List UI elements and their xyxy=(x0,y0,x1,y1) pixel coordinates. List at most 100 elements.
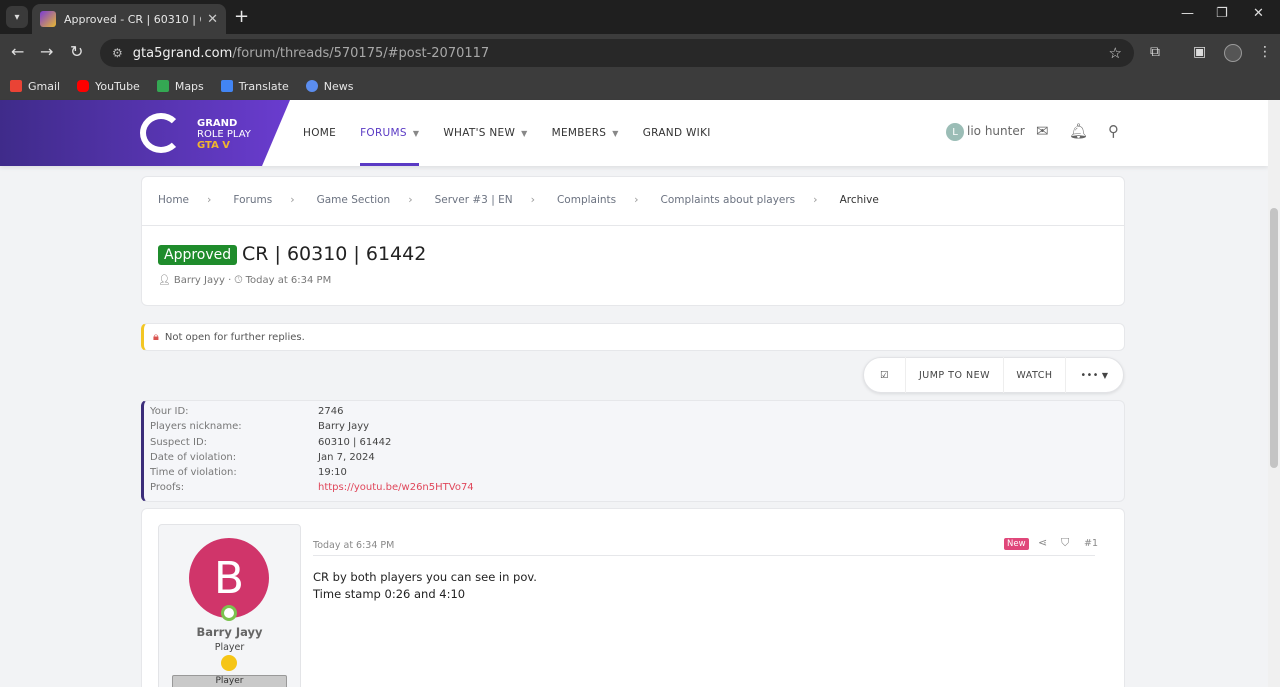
select-checkbox-icon[interactable]: ☑ xyxy=(864,357,906,393)
more-options-button[interactable]: ••• ▼ xyxy=(1066,357,1123,393)
player-badge-icon xyxy=(221,655,237,671)
user-name[interactable]: lio hunter xyxy=(967,124,1025,138)
chevron-down-icon: ▼ xyxy=(1101,370,1109,380)
scroll-thumb[interactable] xyxy=(1270,208,1278,468)
bookmark-star-icon[interactable]: ☆ xyxy=(1109,44,1122,62)
profile-avatar[interactable] xyxy=(1224,44,1242,62)
crumb-forums[interactable]: Forums xyxy=(233,194,272,206)
thread-meta: 👤︎ Barry Jayy · 🕓︎ Today at 6:34 PM xyxy=(158,275,332,286)
alerts-bell-icon[interactable]: 🔔︎ xyxy=(1069,122,1088,140)
browser-tab[interactable]: Approved - CR | 60310 | 61442 | ✕ xyxy=(32,4,226,34)
nav-home[interactable]: HOME xyxy=(303,100,336,166)
chevron-right-icon: › xyxy=(813,193,818,206)
post-line: CR by both players you can see in pov. xyxy=(313,570,537,584)
new-badge: New xyxy=(1004,538,1029,550)
chevron-right-icon: › xyxy=(290,193,295,206)
crumb-server[interactable]: Server #3 | EN xyxy=(435,194,513,206)
post-number[interactable]: #1 xyxy=(1084,538,1098,549)
window-close-icon[interactable]: ✕ xyxy=(1253,6,1264,21)
crumb-complaints-players[interactable]: Complaints about players xyxy=(661,194,796,206)
search-icon[interactable]: ⚲ xyxy=(1108,122,1119,140)
side-panel-icon[interactable]: ▣ xyxy=(1193,44,1206,60)
nav-whats-new[interactable]: WHAT'S NEW ▼ xyxy=(443,100,527,166)
page-scrollbar[interactable] xyxy=(1268,100,1280,687)
chevron-right-icon: › xyxy=(408,193,413,206)
user-icon: 👤︎ xyxy=(158,275,171,286)
minimize-icon[interactable]: — xyxy=(1181,6,1194,21)
chevron-right-icon: › xyxy=(207,193,212,206)
url-host: gta5grand.com xyxy=(132,45,233,61)
user-banner: Player xyxy=(172,675,287,687)
tab-search-chevron-icon[interactable]: ▾ xyxy=(6,6,28,28)
bookmark-news[interactable]: News xyxy=(305,80,353,93)
thread-author[interactable]: Barry Jayy xyxy=(174,275,225,286)
user-avatar[interactable]: L xyxy=(946,123,964,141)
address-bar[interactable]: ⚙ gta5grand.com /forum/threads/570175/#p… xyxy=(100,39,1134,67)
logo-text[interactable]: GRAND ROLE PLAY GTA V xyxy=(197,118,251,151)
crumb-archive[interactable]: Archive xyxy=(840,194,879,206)
post-line: Time stamp 0:26 and 4:10 xyxy=(313,587,466,601)
online-status-icon xyxy=(221,605,237,621)
back-arrow-icon[interactable]: ← xyxy=(11,42,24,61)
bookmark-youtube[interactable]: YouTube xyxy=(77,80,140,93)
url-path: /forum/threads/570175/#post-2070117 xyxy=(232,45,490,61)
clock-icon: 🕓︎ xyxy=(234,275,243,286)
post-date[interactable]: Today at 6:34 PM xyxy=(313,540,394,551)
post-username[interactable]: Barry Jayy xyxy=(158,625,301,639)
youtube-icon xyxy=(77,80,90,92)
approved-label[interactable]: Approved xyxy=(158,245,238,265)
crumb-complaints[interactable]: Complaints xyxy=(557,194,616,206)
site-info-icon[interactable]: ⚙ xyxy=(112,46,123,60)
divider xyxy=(313,555,1095,556)
thread-date[interactable]: Today at 6:34 PM xyxy=(246,275,332,286)
complaint-fields: Your ID: 2746 Players nickname: Barry Jayy… xyxy=(141,400,1125,502)
browser-tab-bar: ▾ Approved - CR | 60310 | 61442 | ✕ + — … xyxy=(0,0,1280,34)
main-nav: HOME FORUMS ▼ WHAT'S NEW ▼ MEMBERS ▼ GRAND … xyxy=(303,100,735,166)
watch-button[interactable]: WATCH xyxy=(1004,357,1066,393)
proof-link[interactable]: https://youtu.be/w26n5HTVo74 xyxy=(318,482,474,493)
thread-title: CR | 60310 | 61442 xyxy=(242,243,427,265)
site-header: GRAND ROLE PLAY GTA V HOME FORUMS ▼ WHAT'… xyxy=(0,100,1268,166)
bookmarks-bar: Gmail YouTube Maps Translate News xyxy=(0,72,1280,100)
chevron-down-icon[interactable]: ▼ xyxy=(413,129,419,138)
bookmark-maps[interactable]: Maps xyxy=(156,80,204,93)
nav-members[interactable]: MEMBERS ▼ xyxy=(552,100,619,166)
tab-close-icon[interactable]: ✕ xyxy=(207,12,218,27)
jump-to-new-button[interactable]: JUMP TO NEW xyxy=(906,357,1004,393)
notice-text: Not open for further replies. xyxy=(164,331,305,343)
news-icon xyxy=(305,80,318,92)
post-user-title: Player xyxy=(214,642,245,653)
locked-notice: 🔒︎ Not open for further replies. xyxy=(141,323,1125,351)
browser-toolbar: ← → ↻ ⚙ gta5grand.com /forum/threads/570… xyxy=(0,34,1280,72)
browser-menu-icon[interactable]: ⋮ xyxy=(1258,44,1272,60)
nav-forums[interactable]: FORUMS ▼ xyxy=(360,100,420,166)
restore-icon[interactable]: ❐ xyxy=(1216,6,1228,21)
nav-grand-wiki[interactable]: GRAND WIKI xyxy=(643,100,711,166)
bookmark-gmail[interactable]: Gmail xyxy=(10,80,60,93)
reload-icon[interactable]: ↻ xyxy=(70,42,83,61)
chevron-down-icon[interactable]: ▼ xyxy=(612,129,618,138)
bookmark-icon[interactable]: ⛉ xyxy=(1061,536,1069,550)
site-favicon-icon xyxy=(40,11,56,27)
lock-icon: 🔒︎ xyxy=(153,330,159,343)
maps-icon xyxy=(156,80,169,92)
bookmark-translate[interactable]: Translate xyxy=(220,80,289,93)
extensions-icon[interactable]: ⧉ xyxy=(1150,44,1160,60)
forward-arrow-icon[interactable]: → xyxy=(40,42,53,61)
chevron-down-icon[interactable]: ▼ xyxy=(521,129,527,138)
thread-actions: ☑ JUMP TO NEW WATCH ••• ▼ xyxy=(863,357,1124,393)
post-body: CR by both players you can see in pov. T… xyxy=(313,569,537,603)
chevron-right-icon: › xyxy=(634,193,639,206)
crumb-game-section[interactable]: Game Section xyxy=(317,194,391,206)
crumb-home[interactable]: Home xyxy=(158,194,189,206)
gmail-icon xyxy=(10,80,22,92)
new-tab-icon[interactable]: + xyxy=(234,6,249,27)
grand-logo-icon[interactable] xyxy=(140,113,182,153)
chevron-right-icon: › xyxy=(530,193,535,206)
translate-icon xyxy=(220,80,233,92)
divider xyxy=(141,225,1125,226)
tab-title: Approved - CR | 60310 | 61442 | xyxy=(64,12,201,26)
share-icon[interactable]: ⋖ xyxy=(1038,536,1047,549)
breadcrumb: Home › Forums › Game Section › Server #3 | … xyxy=(158,193,879,206)
inbox-icon[interactable]: ✉ xyxy=(1036,122,1049,140)
